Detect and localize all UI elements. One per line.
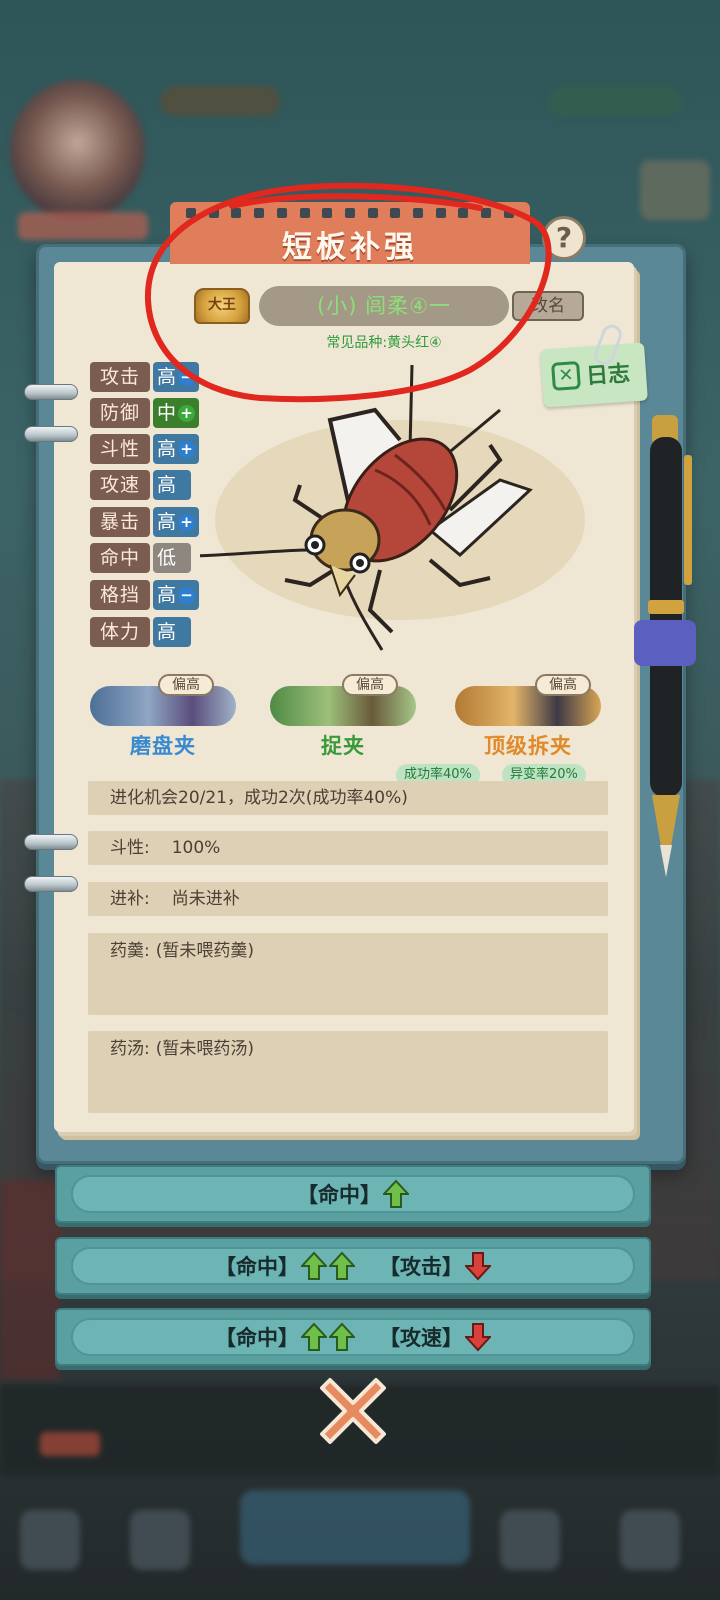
annotation-circle bbox=[144, 182, 552, 403]
